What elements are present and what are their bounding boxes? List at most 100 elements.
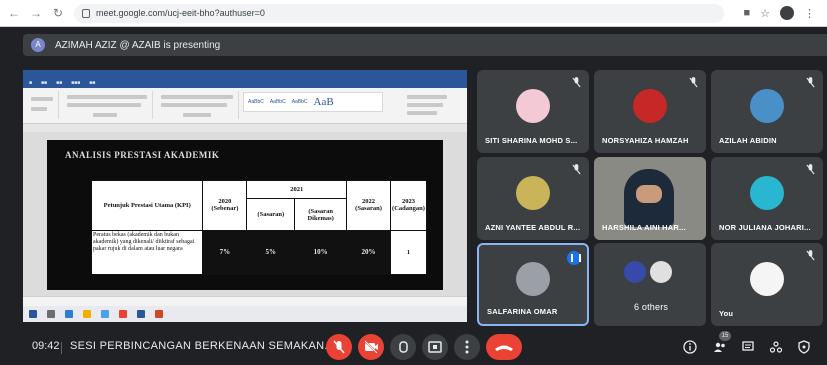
- table-row-description: Peratus bekas (akademik dan bukan akadem…: [90, 229, 204, 276]
- ribbon-tab: ■■■: [71, 80, 81, 86]
- url-text[interactable]: meet.google.com/ucj-eeit-bho?authuser=0: [96, 8, 265, 18]
- ribbon-tab: ■■: [56, 80, 63, 86]
- browser-toolbar: ← → ↻ meet.google.com/ucj-eeit-bho?authu…: [0, 0, 827, 27]
- table-cell: 20%: [346, 229, 391, 276]
- table-header-2022: 2022 (Sasaran): [346, 180, 391, 231]
- people-icon[interactable]: [713, 340, 727, 354]
- ribbon-tab: ■■: [41, 80, 48, 86]
- participant-tile[interactable]: HARSHILA AINI HAR...: [594, 157, 706, 240]
- more-options-button[interactable]: [454, 334, 480, 360]
- meeting-title: SESI PERBINCANGAN BERKENAAN SEMAKAN...: [70, 340, 335, 352]
- others-avatar: [650, 261, 672, 283]
- ribbon-tab: ■■: [89, 80, 96, 86]
- document-heading: ANALISIS PRESTASI AKADEMIK: [65, 150, 220, 160]
- meeting-controls-bar: 09:42 SESI PERBINCANGAN BERKENAAN SEMAKA…: [0, 331, 827, 363]
- mic-off-icon: [333, 340, 345, 354]
- ribbon-group: [157, 91, 239, 119]
- forward-icon[interactable]: →: [28, 5, 44, 21]
- participant-tile[interactable]: NOR JULIANA JOHARI...: [711, 157, 823, 240]
- activities-icon[interactable]: [769, 340, 783, 354]
- word-statusbar: [23, 296, 467, 306]
- chrome-icon: [119, 310, 127, 318]
- participant-tile[interactable]: NORSYAHIZA HAMZAH: [594, 70, 706, 153]
- reload-icon[interactable]: ↻: [50, 5, 66, 21]
- style-chip: AaBbC: [291, 99, 308, 105]
- table-cell: 7%: [202, 229, 248, 276]
- camera-toggle-button[interactable]: [358, 334, 384, 360]
- leave-call-button[interactable]: [486, 334, 522, 360]
- participant-avatar: [750, 89, 784, 123]
- participant-name: SALFARINA OMAR: [487, 307, 558, 316]
- table-header-2020: 2020 (Sebenar): [202, 180, 248, 231]
- presenting-banner: A AZIMAH AZIZ @ AZAIB is presenting: [23, 34, 827, 56]
- chat-icon[interactable]: [741, 340, 755, 354]
- participant-name: NORSYAHIZA HAMZAH: [602, 136, 689, 145]
- table-cell: 5%: [246, 229, 296, 276]
- table-subheader-2021-target: (Sasaran): [246, 198, 296, 231]
- mic-off-icon: [806, 250, 815, 261]
- bookmark-star-icon[interactable]: ☆: [760, 7, 770, 20]
- profile-avatar[interactable]: [780, 6, 794, 20]
- participant-name: HARSHILA AINI HAR...: [602, 223, 686, 232]
- ribbon-group: [403, 91, 463, 119]
- participant-avatar: [750, 262, 784, 296]
- participant-name: You: [719, 309, 734, 318]
- mic-off-icon: [572, 164, 581, 175]
- address-bar[interactable]: meet.google.com/ucj-eeit-bho?authuser=0: [74, 3, 724, 23]
- ribbon-group: [63, 91, 153, 119]
- meeting-time: 09:42: [32, 340, 60, 352]
- word-ruler: [23, 124, 467, 132]
- participant-avatar: [633, 89, 667, 123]
- back-icon[interactable]: ←: [6, 5, 22, 21]
- present-screen-icon: [428, 341, 442, 353]
- word-ribbon-tabs: ■ ■■ ■■ ■■■ ■■: [23, 79, 467, 88]
- powerpoint-icon: [155, 310, 163, 318]
- participant-tile[interactable]: SITI SHARINA MOHD S...: [477, 70, 589, 153]
- raise-hand-button[interactable]: [390, 334, 416, 360]
- camera-off-icon: [364, 340, 378, 354]
- others-tile[interactable]: 6 others: [594, 243, 706, 326]
- kpi-table: Petunjuk Prestasi Utama (KPI) 2020 (Sebe…: [90, 179, 428, 276]
- presenting-text: AZIMAH AZIZ @ AZAIB is presenting: [55, 39, 221, 51]
- start-icon: [29, 310, 37, 318]
- table-cell: 10%: [294, 229, 348, 276]
- participant-avatar: [516, 262, 550, 296]
- edge-icon: [65, 310, 73, 318]
- presenter-avatar: A: [31, 38, 45, 52]
- participant-name: AZILAH ABIDIN: [719, 136, 777, 145]
- participant-tile-speaking[interactable]: SALFARINA OMAR: [477, 243, 589, 326]
- camera-indicator-icon[interactable]: ■: [743, 7, 750, 19]
- table-header-2021: 2021: [246, 179, 348, 200]
- windows-taskbar: [23, 306, 467, 322]
- style-chip: AaBbC: [269, 99, 286, 105]
- participant-name: AZNI YANTEE ABDUL R...: [485, 223, 581, 232]
- table-cell: 1: [389, 229, 428, 276]
- mic-toggle-button[interactable]: [326, 334, 352, 360]
- mail-icon: [101, 310, 109, 318]
- participant-avatar: [516, 89, 550, 123]
- divider: [61, 342, 62, 354]
- browser-menu-icon[interactable]: ⋮: [804, 7, 815, 20]
- table-subheader-2021-revised: (Sasaran Dikemas): [294, 198, 348, 231]
- participant-tile[interactable]: AZNI YANTEE ABDUL R...: [477, 157, 589, 240]
- ribbon-tab: ■: [29, 80, 33, 86]
- search-icon: [47, 310, 55, 318]
- mic-off-icon: [806, 164, 815, 175]
- word-ribbon: AaBbC AaBbC AaBbC AaB: [23, 88, 467, 124]
- styles-gallery: AaBbC AaBbC AaBbC AaB: [243, 92, 383, 112]
- participant-name: SITI SHARINA MOHD S...: [485, 136, 578, 145]
- lock-icon: [82, 8, 90, 18]
- participant-tile[interactable]: AZILAH ABIDIN: [711, 70, 823, 153]
- self-tile[interactable]: You: [711, 243, 823, 326]
- speaking-indicator-icon: [567, 251, 581, 265]
- others-count: 6 others: [634, 302, 669, 312]
- shared-screen: ■ ■■ ■■ ■■■ ■■ AaBbC AaBbC AaBbC AaB ANA…: [23, 70, 467, 322]
- host-controls-icon[interactable]: [797, 340, 811, 354]
- participant-name: NOR JULIANA JOHARI...: [719, 223, 811, 232]
- info-icon[interactable]: [683, 340, 697, 354]
- folder-icon: [83, 310, 91, 318]
- others-avatar: [624, 261, 646, 283]
- mic-off-icon: [806, 77, 815, 88]
- present-button[interactable]: [422, 334, 448, 360]
- mic-off-icon: [572, 77, 581, 88]
